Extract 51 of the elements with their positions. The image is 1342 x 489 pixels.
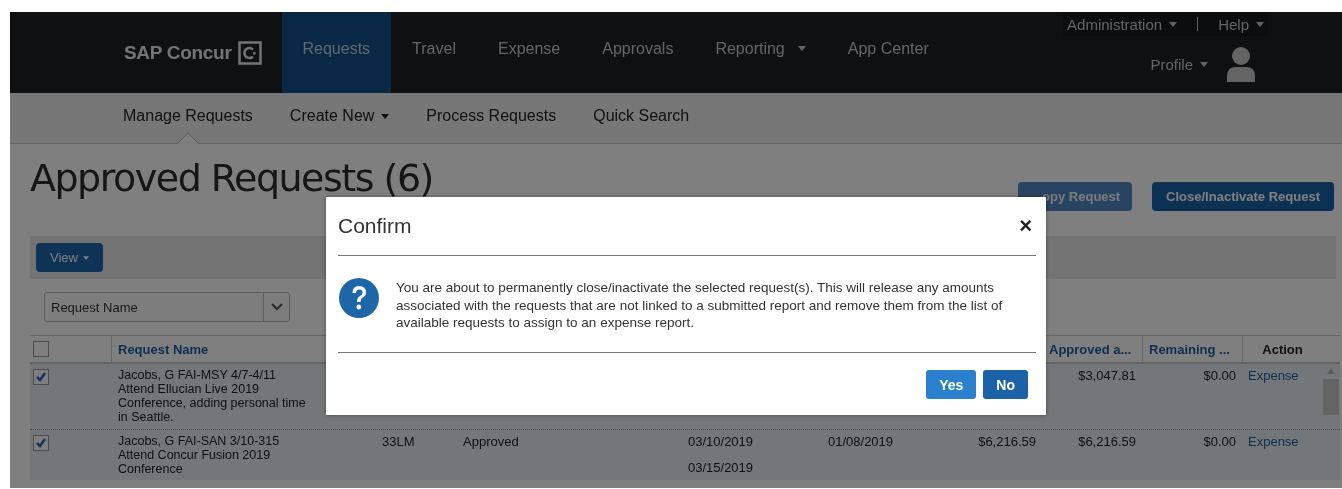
expense-link[interactable]: Expense <box>1248 434 1299 449</box>
table-cell: $0.00 <box>1203 368 1236 383</box>
close-button[interactable]: × <box>1015 213 1036 239</box>
nav-tab[interactable]: Reporting <box>694 12 827 93</box>
subnav-tab[interactable]: Quick Search <box>593 93 690 143</box>
table-cell: 33LM <box>382 434 415 449</box>
dialog-button[interactable]: Yes <box>926 370 977 399</box>
checkbox[interactable] <box>33 341 49 357</box>
avatar-icon[interactable] <box>1226 46 1256 82</box>
dialog-title: Confirm <box>338 214 412 238</box>
table-cell: $6,216.59 <box>978 434 1036 449</box>
row-checkbox[interactable] <box>33 435 49 451</box>
logo-icon <box>237 40 262 65</box>
row-checkbox[interactable] <box>33 369 49 385</box>
table-cell: 01/08/2019 <box>828 434 894 449</box>
caret-icon <box>1256 21 1264 27</box>
filter-select[interactable]: Request Name <box>44 292 290 322</box>
table-cell: $3,047.81 <box>1078 368 1136 383</box>
subnav-tab[interactable]: Create New <box>289 93 390 143</box>
nav-tab[interactable]: Expense <box>476 12 582 93</box>
table-cell: $6,216.59 <box>1078 434 1136 449</box>
dialog-button[interactable]: No <box>983 370 1028 399</box>
caret-icon <box>1200 61 1208 67</box>
page-title: Approved Requests (6) <box>30 158 433 200</box>
table-cell: Approved <box>463 434 519 449</box>
table-cell-text: 03/10/2019 <box>688 434 755 449</box>
table-cell: Jacobs, G FAI-MSY 4/7-4/11 Attend Ellucian Live 2019 Conference, adding personal time in Seattle. <box>118 368 306 424</box>
subnav-tab[interactable]: Process Requests <box>426 93 557 143</box>
administration-menu[interactable]: Administration <box>1067 15 1178 33</box>
scrollbar-thumb[interactable] <box>1323 379 1339 415</box>
view-button[interactable]: View <box>36 243 103 272</box>
table-cell: Jacobs, G FAI-SAN 3/10-315 Attend Concur Fusion 2019 Conference <box>118 434 280 476</box>
expense-link[interactable]: Expense <box>1248 368 1299 383</box>
column-header[interactable]: Remaining ... <box>1142 336 1242 362</box>
dialog-message: You are about to permanently close/inactivate the selected request(s). This will release any amounts associated with the requests that are not linked to a submitted report and remove them from the list of available requests to assign to an expense report. <box>396 279 1004 332</box>
nav-tab[interactable]: App Center <box>826 12 950 93</box>
logo-text: SAP Concur <box>124 41 232 64</box>
nav-tab[interactable]: Requests <box>281 12 392 93</box>
subnav-tab[interactable]: Manage Requests <box>123 93 253 143</box>
table-cell: $0.00 <box>1203 434 1236 449</box>
action-button[interactable]: Close/Inactivate Request <box>1152 182 1334 211</box>
caret-icon <box>82 255 89 260</box>
nav-tab[interactable]: Travel <box>391 12 477 93</box>
chevron-icon <box>270 303 283 311</box>
question-icon <box>338 277 380 319</box>
caret-icon <box>1169 21 1178 27</box>
table-cell-text: 03/15/2019 <box>688 460 755 475</box>
nav-tab[interactable]: Approvals <box>581 12 695 93</box>
profile-menu[interactable]: Profile <box>1150 55 1208 73</box>
column-header[interactable]: Action <box>1242 336 1322 362</box>
help-menu[interactable]: Help <box>1218 15 1264 33</box>
